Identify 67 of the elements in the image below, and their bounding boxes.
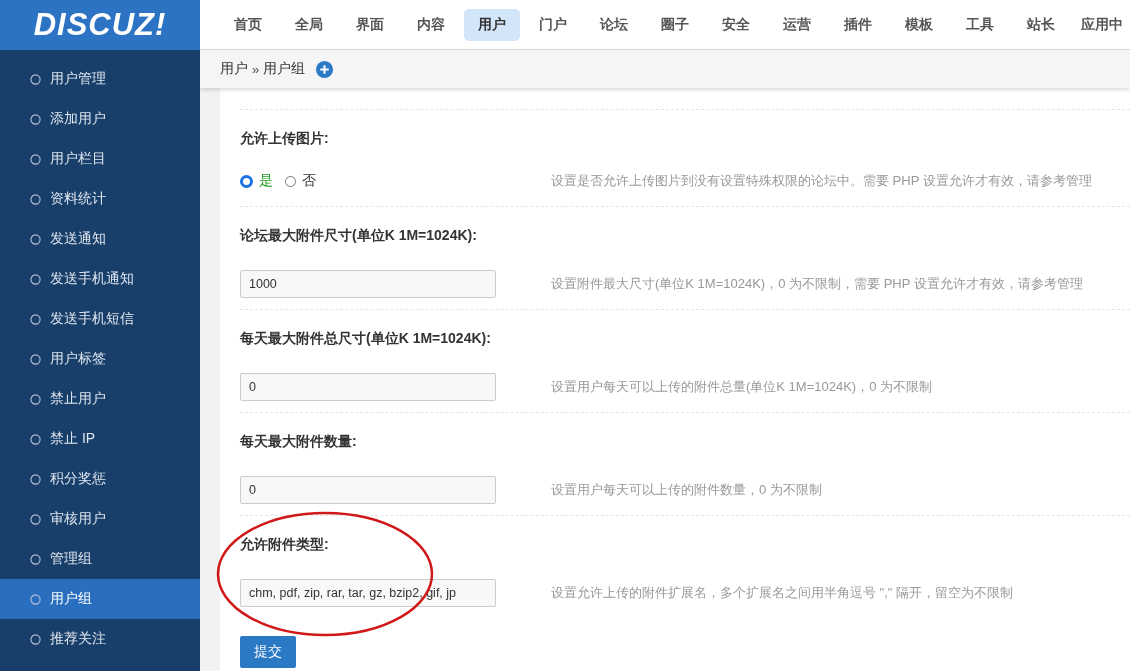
input-field[interactable]: 1000 [240, 270, 496, 298]
sidebar-item[interactable]: 积分奖惩 [0, 459, 200, 499]
sidebar-item[interactable]: 用户标签 [0, 339, 200, 379]
nav-tab[interactable]: 插件 [830, 8, 886, 41]
circle-icon [30, 273, 41, 285]
breadcrumb-link[interactable]: 用户 [220, 60, 248, 78]
circle-icon [30, 313, 41, 325]
breadcrumb-separator: » [252, 61, 260, 77]
circle-icon [30, 433, 41, 445]
circle-icon [30, 593, 41, 605]
radio-label[interactable]: 是 [259, 172, 273, 190]
nav-tab[interactable]: 门户 [525, 8, 581, 41]
setting-label: 每天最大附件总尺寸(单位K 1M=1024K): [240, 329, 492, 348]
circle-icon [30, 393, 41, 405]
radio-button[interactable] [240, 174, 253, 188]
nav-tab[interactable]: 论坛 [586, 8, 642, 41]
nav-tab[interactable]: 圈子 [647, 8, 703, 41]
nav-tab[interactable]: 全局 [281, 8, 337, 41]
setting-hint: 设置允许上传的附件扩展名，多个扩展名之间用半角逗号 "," 隔开，留空为不限制 [551, 584, 1014, 602]
nav-tab[interactable]: 用户 [464, 8, 520, 41]
nav-tab[interactable]: 运营 [769, 8, 825, 41]
setting-hint: 设置附件最大尺寸(单位K 1M=1024K)，0 为不限制，需要 PHP 设置允许才有效，请参考管理 [551, 275, 1083, 293]
circle-icon [30, 193, 41, 205]
setting-label: 允许上传图片: [240, 129, 330, 148]
sidebar-item[interactable]: 推荐关注 [0, 619, 200, 659]
circle-icon [30, 513, 41, 525]
circle-icon [30, 113, 41, 125]
nav-tab[interactable]: 应用中 [1074, 8, 1130, 41]
circle-icon [30, 353, 41, 365]
circle-icon [30, 553, 41, 565]
setting-label: 允许附件类型: [240, 535, 330, 554]
add-icon[interactable] [315, 59, 335, 79]
sidebar-item[interactable]: 禁止用户 [0, 379, 200, 419]
setting-label: 论坛最大附件尺寸(单位K 1M=1024K): [240, 226, 478, 245]
sidebar-item[interactable]: 添加用户 [0, 99, 200, 139]
circle-icon [30, 153, 41, 165]
circle-icon [30, 73, 41, 85]
nav-tab[interactable]: 内容 [403, 8, 459, 41]
sidebar-item[interactable]: 禁止 IP [0, 419, 200, 459]
circle-icon [30, 633, 41, 645]
radio-label[interactable]: 否 [302, 172, 316, 190]
nav-tab[interactable]: 工具 [952, 8, 1008, 41]
sidebar-item[interactable]: 资料统计 [0, 179, 200, 219]
setting-hint: 设置用户每天可以上传的附件数量，0 为不限制 [551, 481, 822, 499]
nav-tab[interactable]: 界面 [342, 8, 398, 41]
nav-tab[interactable]: 安全 [708, 8, 764, 41]
sidebar-item[interactable]: 发送手机通知 [0, 259, 200, 299]
nav-tab[interactable]: 模板 [891, 8, 947, 41]
sidebar-item[interactable]: 用户栏目 [0, 139, 200, 179]
sidebar-item[interactable]: 审核用户 [0, 499, 200, 539]
nav-tab[interactable]: 首页 [220, 8, 276, 41]
sidebar-item[interactable]: 用户组 [0, 579, 200, 619]
logo: DISCUZ! [33, 7, 167, 43]
setting-hint: 设置是否允许上传图片到没有设置特殊权限的论坛中。需要 PHP 设置允许才有效，请参考管理 [551, 172, 1092, 190]
setting-label: 每天最大附件数量: [240, 432, 358, 451]
input-field[interactable]: 0 [240, 476, 496, 504]
setting-hint: 设置用户每天可以上传的附件总量(单位K 1M=1024K)，0 为不限制 [551, 378, 933, 396]
breadcrumb-link[interactable]: 用户组 [263, 60, 306, 78]
sidebar-item[interactable]: 用户管理 [0, 59, 200, 99]
nav-tab[interactable]: 站长 [1013, 8, 1069, 41]
circle-icon [30, 473, 41, 485]
sidebar-item[interactable]: 管理组 [0, 539, 200, 579]
sidebar-item[interactable]: 发送手机短信 [0, 299, 200, 339]
input-field[interactable]: 0 [240, 373, 496, 401]
sidebar-item[interactable]: 发送通知 [0, 219, 200, 259]
submit-button[interactable]: 提交 [240, 636, 296, 668]
circle-icon [30, 233, 41, 245]
